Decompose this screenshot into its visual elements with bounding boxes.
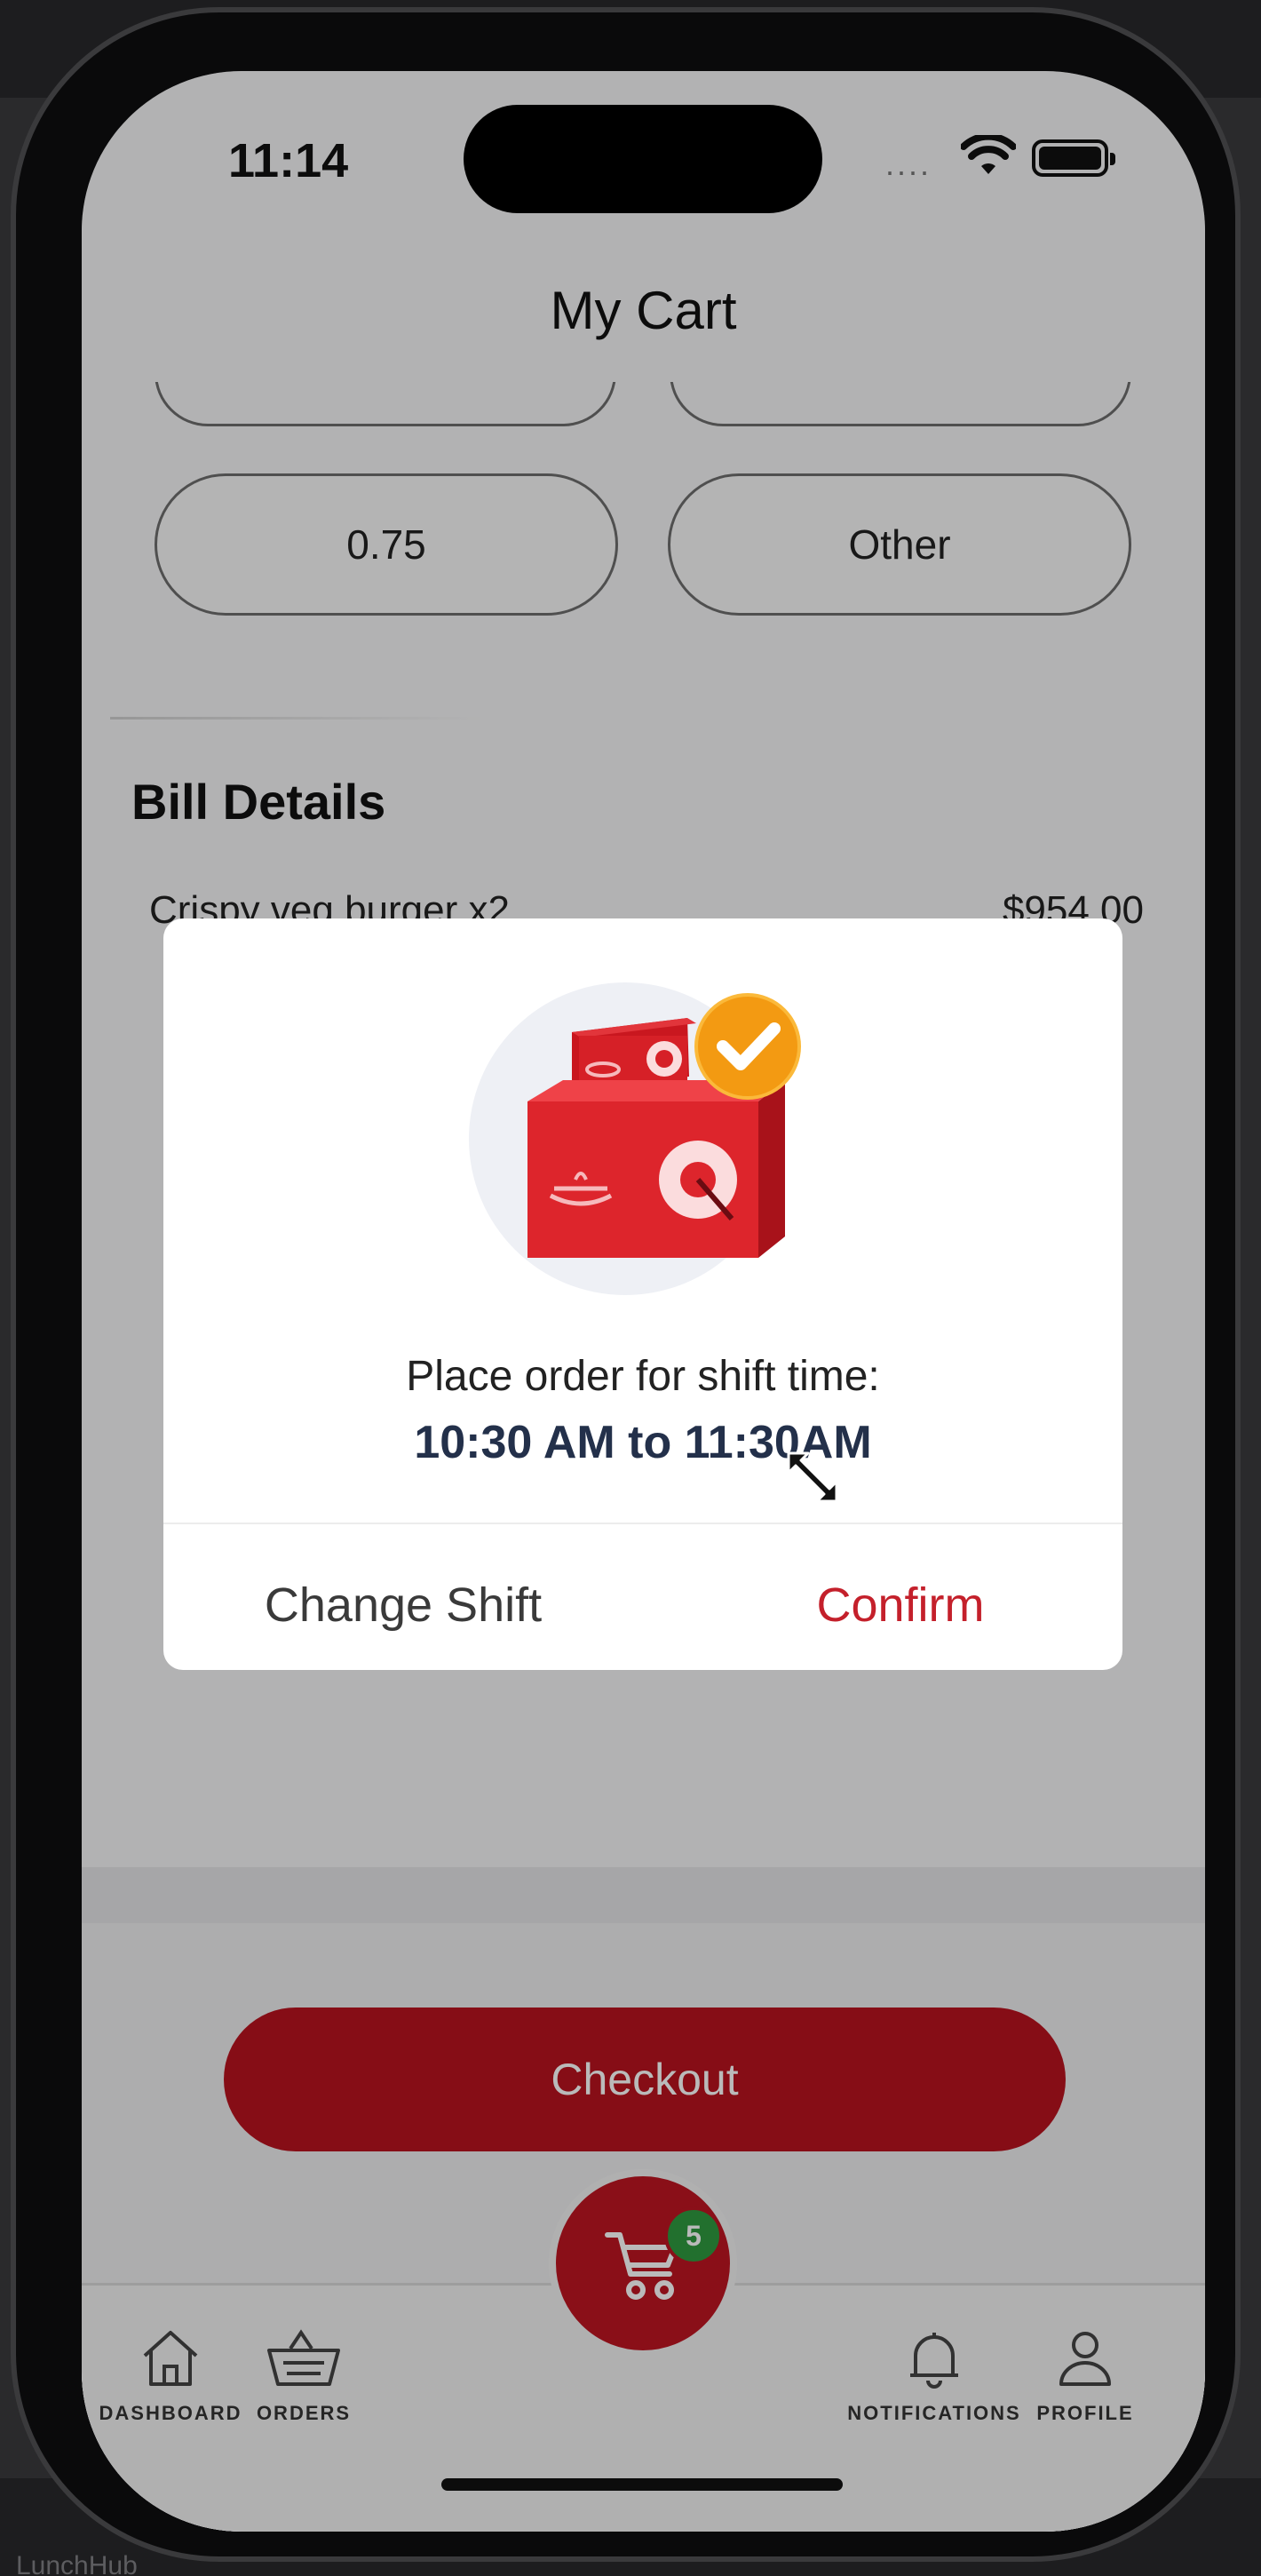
order-boxes-illustration xyxy=(469,982,801,1295)
confirm-button[interactable]: Confirm xyxy=(714,1556,1087,1654)
change-shift-button[interactable]: Change Shift xyxy=(217,1556,590,1654)
shift-confirm-dialog: Place order for shift time: 10:30 AM to … xyxy=(163,918,1122,1670)
shift-time: 10:30 AM to 11:30AM xyxy=(414,1417,872,1468)
phone-frame: 11:14 .... My Cart 0.75 Other Bill Detai… xyxy=(11,7,1241,2562)
dialog-divider xyxy=(163,1523,1122,1524)
resize-cursor-icon xyxy=(787,1451,838,1503)
dialog-message: Place order for shift time: xyxy=(406,1353,880,1400)
app-screen: 11:14 .... My Cart 0.75 Other Bill Detai… xyxy=(82,71,1205,2532)
